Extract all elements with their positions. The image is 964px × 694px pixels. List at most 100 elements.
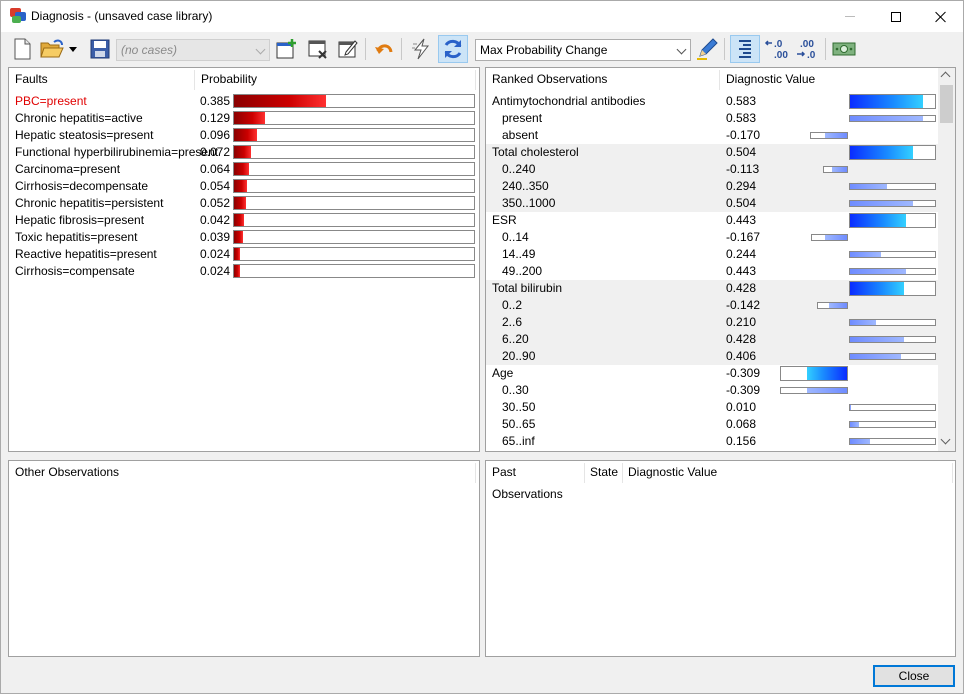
observation-state-row[interactable]: 0..240 -0.113: [486, 161, 938, 178]
observation-group-row[interactable]: Total cholesterol 0.504: [486, 144, 938, 161]
diagnostic-value-fill: [850, 320, 876, 325]
save-button[interactable]: [87, 36, 113, 62]
open-folder-icon: [40, 39, 64, 58]
diagnostic-value-fill: [850, 405, 851, 410]
faults-panel: Faults Probability PBC=present 0.385 Chron…: [8, 67, 480, 452]
edit-case-icon: [338, 40, 358, 58]
ranked-header-value[interactable]: Diagnostic Value: [720, 68, 920, 90]
minimize-button[interactable]: [827, 1, 873, 32]
fault-probability-bar: [233, 94, 475, 108]
open-dropdown-button[interactable]: [65, 36, 81, 62]
delete-case-button[interactable]: [305, 36, 331, 62]
observation-state-row[interactable]: present 0.583: [486, 110, 938, 127]
fault-row[interactable]: Chronic hepatitis=persistent 0.052: [9, 195, 475, 212]
fault-row[interactable]: Chronic hepatitis=active 0.129: [9, 110, 475, 127]
scroll-up-icon[interactable]: [940, 71, 951, 82]
observation-state-name: present: [502, 111, 543, 125]
increase-decimals-button[interactable]: .00.0: [794, 36, 822, 62]
fault-probability-fill: [234, 129, 257, 141]
fault-name: PBC=present: [15, 94, 87, 108]
fault-row[interactable]: Toxic hepatitis=present 0.039: [9, 229, 475, 246]
diagnostic-value-fill: [825, 235, 847, 240]
observation-state-row[interactable]: 0..2 -0.142: [486, 297, 938, 314]
observation-state-row[interactable]: 14..49 0.244: [486, 246, 938, 263]
case-select[interactable]: (no cases): [116, 39, 270, 61]
fault-name: Reactive hepatitis=present: [15, 247, 157, 261]
observation-state-row[interactable]: 2..6 0.210: [486, 314, 938, 331]
edit-case-button[interactable]: [335, 36, 361, 62]
svg-text:.00: .00: [774, 50, 788, 60]
observation-group-row[interactable]: Antimytochondrial antibodies 0.583: [486, 93, 938, 110]
past-header-value[interactable]: Diagnostic Value: [622, 461, 952, 483]
observation-state-name: 0..14: [502, 230, 529, 244]
fault-row[interactable]: Cirrhosis=compensate 0.024: [9, 263, 475, 280]
app-icon: [10, 8, 26, 24]
undo-button[interactable]: [371, 36, 397, 62]
scrollbar-thumb[interactable]: [940, 85, 953, 123]
observation-group-row[interactable]: Age -0.309: [486, 365, 938, 382]
faults-header-probability[interactable]: Probability: [195, 68, 475, 90]
diagnostic-value-fill: [850, 116, 923, 121]
edit-strategy-button[interactable]: [694, 36, 720, 62]
fault-row[interactable]: Carcinoma=present 0.064: [9, 161, 475, 178]
diagnostic-value-bar: [849, 319, 936, 326]
diagnostic-value-fill: [832, 167, 847, 172]
ranked-scrollbar[interactable]: [938, 68, 955, 451]
cost-button[interactable]: [831, 36, 857, 62]
observation-state-row[interactable]: 240..350 0.294: [486, 178, 938, 195]
observation-state-row[interactable]: 30..50 0.010: [486, 399, 938, 416]
fault-row[interactable]: Reactive hepatitis=present 0.024: [9, 246, 475, 263]
diagnostic-value-fill: [850, 269, 906, 274]
past-header-state[interactable]: State: [584, 461, 622, 483]
fault-probability: 0.042: [200, 213, 231, 227]
observation-group-row[interactable]: ESR 0.443: [486, 212, 938, 229]
observation-state-row[interactable]: 0..14 -0.167: [486, 229, 938, 246]
other-observations-panel: Other Observations: [8, 460, 480, 657]
observation-state-row[interactable]: absent -0.170: [486, 127, 938, 144]
fault-probability-fill: [234, 95, 326, 107]
diagnostic-value-bar: [849, 183, 936, 190]
fault-row[interactable]: Cirrhosis=decompensate 0.054: [9, 178, 475, 195]
fault-probability-bar: [233, 128, 475, 142]
diagnostic-value: -0.113: [726, 162, 760, 176]
scroll-down-icon[interactable]: [940, 434, 951, 445]
past-header-name[interactable]: Past Observations: [486, 461, 584, 501]
fault-row[interactable]: Functional hyperbilirubinemia=present 0.0…: [9, 144, 475, 161]
fault-row[interactable]: Hepatic fibrosis=present 0.042: [9, 212, 475, 229]
pencil-icon: [697, 38, 718, 60]
diagnose-button[interactable]: [409, 36, 435, 62]
fault-probability-bar: [233, 230, 475, 244]
new-case-button[interactable]: [9, 36, 35, 62]
observation-state-row[interactable]: 65..inf 0.156: [486, 433, 938, 450]
decrease-decimals-button[interactable]: .0.00: [763, 36, 791, 62]
observation-state-row[interactable]: 0..30 -0.309: [486, 382, 938, 399]
observation-name: Age: [492, 366, 514, 380]
fault-name: Functional hyperbilirubinemia=present: [15, 145, 219, 159]
faults-header-name[interactable]: Faults: [9, 68, 195, 90]
close-window-button[interactable]: [918, 1, 964, 32]
observation-state-row[interactable]: 350..1000 0.504: [486, 195, 938, 212]
observation-state-row[interactable]: 20..90 0.406: [486, 348, 938, 365]
add-case-button[interactable]: [273, 36, 299, 62]
observation-state-row[interactable]: 6..20 0.428: [486, 331, 938, 348]
fault-row[interactable]: PBC=present 0.385: [9, 93, 475, 110]
align-values-toggle[interactable]: [730, 35, 760, 63]
diagnostic-value: -0.309: [726, 366, 761, 380]
auto-update-toggle[interactable]: [438, 35, 468, 63]
open-button[interactable]: [39, 36, 65, 62]
observation-state-name: 30..50: [502, 400, 536, 414]
observation-state-name: 0..240: [502, 162, 536, 176]
decrease-decimals-icon: .0.00: [764, 39, 788, 60]
diagnostic-value-fill: [850, 184, 887, 189]
ranked-header-name[interactable]: Ranked Observations: [486, 68, 720, 90]
add-case-icon: [276, 39, 296, 59]
save-icon: [90, 39, 110, 59]
other-observations-header[interactable]: Other Observations: [9, 461, 475, 483]
observation-group-row[interactable]: Total bilirubin 0.428: [486, 280, 938, 297]
observation-state-row[interactable]: 50..65 0.068: [486, 416, 938, 433]
close-button[interactable]: Close: [873, 665, 955, 687]
maximize-button[interactable]: [873, 1, 919, 32]
observation-state-row[interactable]: 49..200 0.443: [486, 263, 938, 280]
strategy-select[interactable]: Max Probability Change: [475, 39, 691, 61]
fault-row[interactable]: Hepatic steatosis=present 0.096: [9, 127, 475, 144]
